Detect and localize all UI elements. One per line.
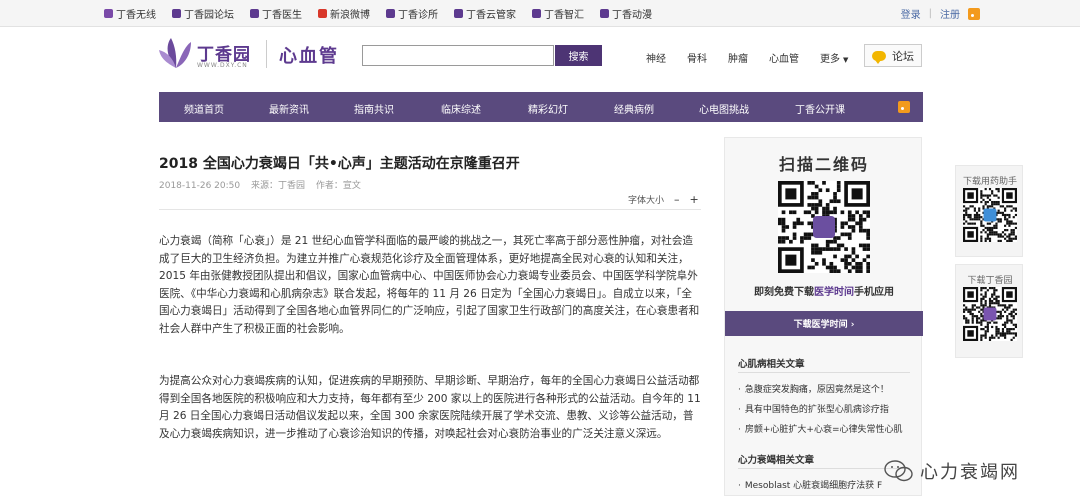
article-paragraph-2: 为提高公众对心力衰竭疾病的认知，促进疾病的早期预防、早期诊断、早期治疗，每年的全… <box>159 375 701 440</box>
article-author: 作者：宣文 <box>315 181 361 191</box>
logo-url: WWW.DXY.CN <box>197 62 248 69</box>
search-button[interactable]: 搜索 <box>555 45 602 66</box>
nav-slides[interactable]: 精彩幻灯 <box>528 101 568 116</box>
search-input[interactable] <box>362 45 554 66</box>
wechat-icon <box>884 460 913 482</box>
weibo-icon <box>318 9 327 18</box>
app-download-sidebar: 扫描二维码 即刻免费下载医学时间手机应用 下载医学时间 › 心肌病相关文章 急腹… <box>724 137 923 496</box>
top-link-label: 丁香智汇 <box>544 10 584 21</box>
download-app-button[interactable]: 下载医学时间 › <box>725 311 923 336</box>
rss-icon[interactable] <box>898 101 910 113</box>
header-divider <box>266 40 267 68</box>
flower-icon <box>172 9 181 18</box>
top-link[interactable]: 新浪微博 <box>318 6 370 21</box>
top-link-label: 丁香诊所 <box>398 10 438 21</box>
heart-failure-section-title: 心力衰竭相关文章 <box>738 455 815 466</box>
top-link-label: 丁香医生 <box>262 10 302 21</box>
top-links: 丁香无线 丁香园论坛 丁香医生 新浪微博 丁香诊所 丁香云管家 丁香智汇 丁香动漫 <box>104 6 668 21</box>
forum-label: 论坛 <box>892 49 914 63</box>
drug-assistant-widget[interactable]: 下载用药助手 <box>955 165 1023 257</box>
account-links: 登录 | 注册 <box>901 6 980 21</box>
nav-channel-home[interactable]: 频道首页 <box>184 101 224 116</box>
header-nav-oncology[interactable]: 肿瘤 <box>728 50 748 65</box>
wechat-watermark: 心力衰竭网 <box>884 458 1020 484</box>
smart-icon <box>532 9 541 18</box>
qr-code-icon <box>963 188 1017 242</box>
chevron-down-icon: ▼ <box>843 56 849 64</box>
scan-qr-title: 扫描二维码 <box>778 155 869 174</box>
header-nav-cardio[interactable]: 心血管 <box>769 50 799 65</box>
channel-title[interactable]: 心血管 <box>279 42 339 68</box>
top-link-label: 新浪微博 <box>330 10 370 21</box>
register-link[interactable]: 注册 <box>940 6 960 21</box>
nav-latest-news[interactable]: 最新资讯 <box>269 101 309 116</box>
top-link[interactable]: 丁香动漫 <box>600 6 652 21</box>
top-link[interactable]: 丁香云管家 <box>454 6 516 21</box>
top-link[interactable]: 丁香园论坛 <box>172 6 234 21</box>
desc-app-name: 医学时间 <box>814 287 854 298</box>
rss-icon[interactable] <box>968 7 980 20</box>
top-link-label: 丁香动漫 <box>612 10 652 21</box>
nav-cases[interactable]: 经典病例 <box>614 101 654 116</box>
separator: | <box>928 8 932 19</box>
watermark-text: 心力衰竭网 <box>920 462 1020 483</box>
desc-pre: 即刻免费下载 <box>754 287 814 298</box>
qr-code-icon <box>778 181 870 273</box>
header-nav-more[interactable]: 更多 ▼ <box>820 50 848 65</box>
section-divider <box>738 372 910 373</box>
related-article-link[interactable]: 房颤+心脏扩大+心衰=心律失常性心肌 <box>738 422 903 435</box>
header-nav: 神经 骨科 肿瘤 心血管 更多 ▼ <box>646 50 848 65</box>
font-size-label: 字体大小 <box>628 196 665 206</box>
plus-circle-icon <box>250 9 259 18</box>
nav-open-class[interactable]: 丁香公开课 <box>795 101 845 116</box>
speech-bubble-icon <box>872 50 886 64</box>
phone-icon <box>104 9 113 18</box>
article-date: 2018-11-26 20:50 <box>159 181 241 191</box>
related-article-link[interactable]: Mesoblast 心脏衰竭细胞疗法获 F <box>738 478 882 491</box>
main-nav: 频道首页 最新资讯 指南共识 临床综述 精彩幻灯 经典病例 心电图挑战 丁香公开… <box>159 92 923 122</box>
desc-post: 手机应用 <box>854 287 894 298</box>
clove-flower-icon <box>159 38 191 68</box>
top-link[interactable]: 丁香诊所 <box>386 6 438 21</box>
article-meta: 2018-11-26 20:50 来源：丁香园 作者：宣文 <box>159 178 369 191</box>
anime-icon <box>600 9 609 18</box>
font-increase-button[interactable]: + <box>690 193 699 206</box>
more-label: 更多 <box>820 54 840 65</box>
article-source: 来源：丁香园 <box>250 181 305 191</box>
header-nav-neuro[interactable]: 神经 <box>646 50 666 65</box>
top-link-label: 丁香无线 <box>116 10 156 21</box>
dxy-app-label: 下载丁香园 <box>967 276 1013 286</box>
scan-description: 即刻免费下载医学时间手机应用 <box>725 283 923 298</box>
nav-ecg-challenge[interactable]: 心电图挑战 <box>699 101 749 116</box>
cardiomyopathy-section-title: 心肌病相关文章 <box>738 359 805 370</box>
clinic-icon <box>386 9 395 18</box>
nav-guidelines[interactable]: 指南共识 <box>354 101 394 116</box>
related-article-link[interactable]: 具有中国特色的扩张型心肌病诊疗指 <box>738 402 889 415</box>
drug-assistant-label: 下载用药助手 <box>962 177 1017 187</box>
header-nav-ortho[interactable]: 骨科 <box>687 50 707 65</box>
font-size-control: 字体大小 – + <box>628 193 699 206</box>
dxy-logo[interactable]: 丁香园 WWW.DXY.CN <box>159 36 269 74</box>
nav-clinical-review[interactable]: 临床综述 <box>441 101 481 116</box>
related-article-link[interactable]: 急腹症突发胸痛，原因竟然是这个！ <box>738 382 889 395</box>
top-link[interactable]: 丁香医生 <box>250 6 302 21</box>
top-link-label: 丁香云管家 <box>466 10 516 21</box>
article-title: 2018 全国心力衰竭日「共•心声」主题活动在京隆重召开 <box>159 156 520 172</box>
article-divider <box>159 209 701 210</box>
article-paragraph-1: 心力衰竭（简称「心衰」）是 21 世纪心血管学科面临的最严峻的挑战之一，其死亡率… <box>159 235 700 335</box>
login-link[interactable]: 登录 <box>901 6 921 21</box>
top-link[interactable]: 丁香无线 <box>104 6 156 21</box>
top-link-label: 丁香园论坛 <box>184 10 234 21</box>
top-link[interactable]: 丁香智汇 <box>532 6 584 21</box>
font-decrease-button[interactable]: – <box>674 193 680 206</box>
dxy-app-widget[interactable]: 下载丁香园 <box>955 264 1023 358</box>
forum-button[interactable]: 论坛 <box>864 44 922 67</box>
cloud-icon <box>454 9 463 18</box>
top-bar: 丁香无线 丁香园论坛 丁香医生 新浪微博 丁香诊所 丁香云管家 丁香智汇 丁香动漫 登录 | … <box>0 0 1080 27</box>
qr-code-icon <box>963 287 1017 341</box>
